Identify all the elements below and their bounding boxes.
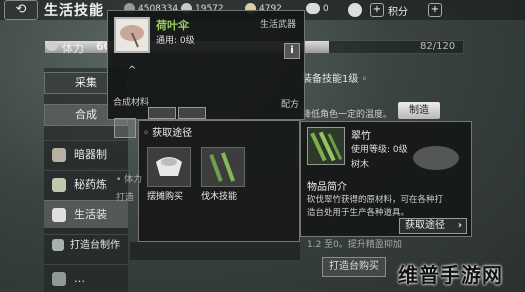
stamina-label: 体力: [62, 42, 84, 55]
recipe-label: 配方: [281, 100, 300, 110]
sidebar-item-label: …: [74, 272, 85, 285]
face-icon[interactable]: [348, 3, 362, 17]
currency-value: 0: [323, 4, 329, 14]
stamina-icon: [46, 41, 58, 51]
logging-skill-option[interactable]: [201, 147, 245, 187]
item-category: 生活武器: [260, 20, 297, 30]
material-requirement: 使用等级: 0级: [351, 145, 408, 155]
behind-line: • 体力: [116, 175, 143, 185]
sidebar-item-darts[interactable]: 暗器制: [44, 140, 128, 168]
bamboo-material-icon: [307, 127, 345, 165]
hat-icon: [52, 272, 66, 286]
sidebar-item-workbench[interactable]: 打造台制作: [44, 234, 128, 256]
sidebar-item-life-equip[interactable]: 生活装: [44, 200, 128, 228]
source-button[interactable]: 获取途径 ›: [399, 218, 467, 234]
item-requirement: 通用: 0级: [156, 36, 195, 46]
umbrella-icon: [114, 17, 150, 53]
material-slot[interactable]: [114, 118, 136, 138]
stamina-max: 82/120: [420, 41, 456, 52]
back-button[interactable]: ⟲: [4, 0, 38, 20]
source-popup-title: ◦ 获取途径: [143, 128, 193, 139]
expand-arrow-icon[interactable]: ^: [128, 65, 136, 76]
material-slot[interactable]: [178, 107, 206, 119]
make-button[interactable]: 制造: [398, 102, 440, 119]
source-popup: ◦ 获取途径 摆摊购买 伐木技能: [138, 120, 300, 242]
skill-level-label: 装备技能1级 ◦: [302, 74, 368, 85]
material-type: 树木: [351, 160, 370, 170]
materials-label: 合成材料: [113, 98, 150, 108]
sidebar-item-label: 生活装: [74, 208, 107, 221]
scissors-icon: [52, 208, 66, 222]
points-label: 积分: [388, 7, 408, 18]
dart-icon: [52, 148, 66, 162]
material-slot[interactable]: [148, 107, 176, 119]
material-section-title: 物品简介: [307, 182, 347, 193]
currency-stamina-pellet: 0: [306, 3, 329, 14]
watermark: 维普手游网: [398, 263, 503, 287]
sidebar-item-label: 秘药炼: [74, 178, 107, 191]
item-name: 荷叶伞: [156, 19, 189, 32]
add-points-icon[interactable]: +: [428, 3, 442, 17]
hammer-icon: [52, 239, 64, 251]
stall-buy-label: 摆摊购买: [147, 192, 184, 202]
material-description-line: 砍伐翠竹获得的原材料，可在各种打: [307, 195, 444, 205]
workbench-buy-button[interactable]: 打造台购买: [322, 257, 386, 277]
sidebar-item-label: 暗器制: [74, 148, 107, 161]
bullet-icon: ◦: [143, 128, 153, 139]
silver-ingot-icon: [156, 157, 182, 176]
material-name: 翠竹: [351, 131, 371, 142]
logging-skill-label: 伐木技能: [201, 192, 238, 202]
popup-footer: [130, 242, 300, 260]
item-tooltip: 荷叶伞 生活武器 通用: 0级 i ^ 合成材料: [107, 10, 305, 120]
add-icon[interactable]: +: [370, 3, 384, 17]
sidebar-item-label: 打造台制作: [70, 240, 120, 251]
cloud-decoration-icon: [413, 146, 459, 170]
page-title: 生活技能: [44, 3, 104, 19]
behind-line: 打造: [116, 193, 135, 203]
material-description-line: 造台处用于生产各种道具。: [307, 208, 410, 218]
chevron-right-icon: ›: [457, 220, 462, 231]
stall-buy-option[interactable]: [147, 147, 191, 187]
stamina-pellet-icon: [306, 3, 320, 14]
sidebar-item-hat[interactable]: …: [44, 264, 128, 292]
bamboo-icon: [209, 152, 236, 182]
hint-text: 降低角色一定的温度。: [302, 110, 393, 120]
partial-line: 1.2 至0。提升精盈抑加: [307, 240, 402, 250]
info-button[interactable]: i: [284, 43, 300, 59]
potion-icon: [52, 178, 66, 192]
